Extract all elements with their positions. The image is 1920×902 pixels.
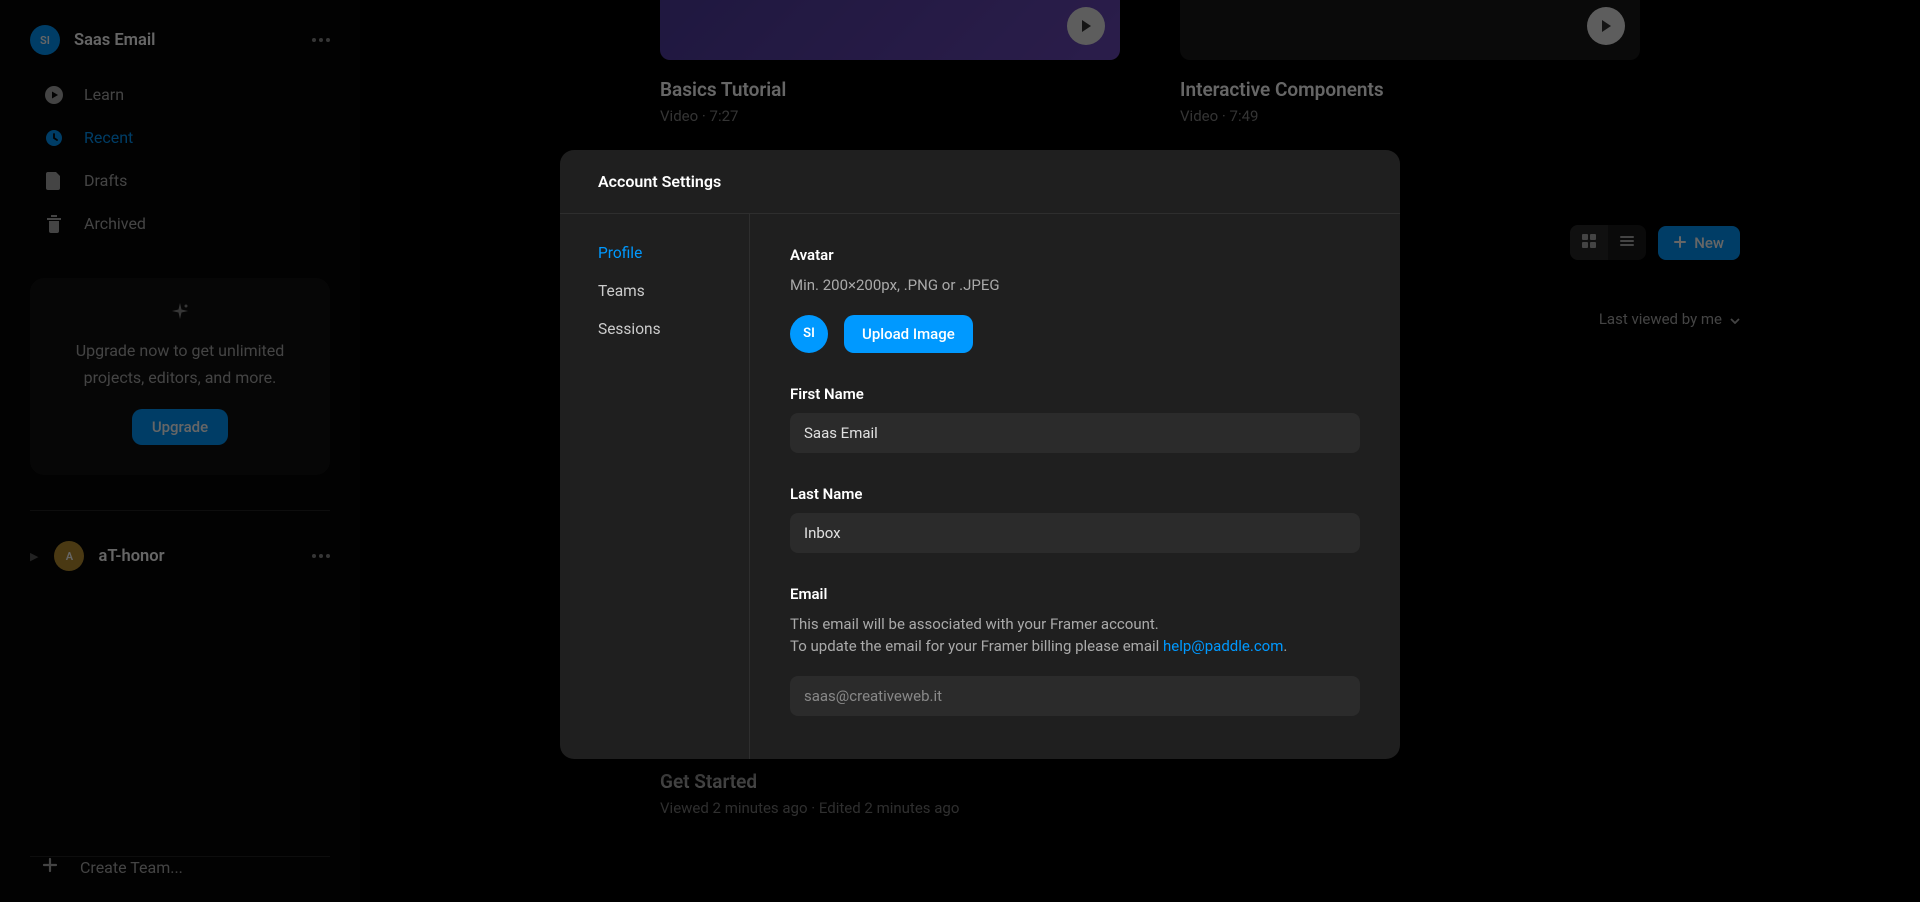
lastname-label: Last Name — [790, 485, 1360, 503]
email-field: Email This email will be associated with… — [790, 585, 1360, 716]
avatar-hint: Min. 200×200px, .PNG or .JPEG — [790, 274, 1360, 297]
firstname-label: First Name — [790, 385, 1360, 403]
help-email-link[interactable]: help@paddle.com — [1163, 637, 1283, 655]
modal-nav-sessions[interactable]: Sessions — [598, 320, 711, 338]
upload-image-button[interactable]: Upload Image — [844, 315, 973, 353]
avatar-label: Avatar — [790, 246, 1360, 264]
modal-nav: Profile Teams Sessions — [560, 214, 750, 759]
modal-nav-teams[interactable]: Teams — [598, 282, 711, 300]
email-label: Email — [790, 585, 1360, 603]
avatar-field: Avatar Min. 200×200px, .PNG or .JPEG SI … — [790, 246, 1360, 353]
email-input[interactable] — [790, 676, 1360, 716]
account-settings-modal: Account Settings Profile Teams Sessions … — [560, 150, 1400, 759]
modal-content: Avatar Min. 200×200px, .PNG or .JPEG SI … — [750, 214, 1400, 759]
lastname-field: Last Name — [790, 485, 1360, 553]
firstname-field: First Name — [790, 385, 1360, 453]
modal-nav-profile[interactable]: Profile — [598, 244, 711, 262]
firstname-input[interactable] — [790, 413, 1360, 453]
email-hint: This email will be associated with your … — [790, 613, 1360, 658]
avatar-preview: SI — [790, 315, 828, 353]
modal-title: Account Settings — [560, 150, 1400, 214]
lastname-input[interactable] — [790, 513, 1360, 553]
